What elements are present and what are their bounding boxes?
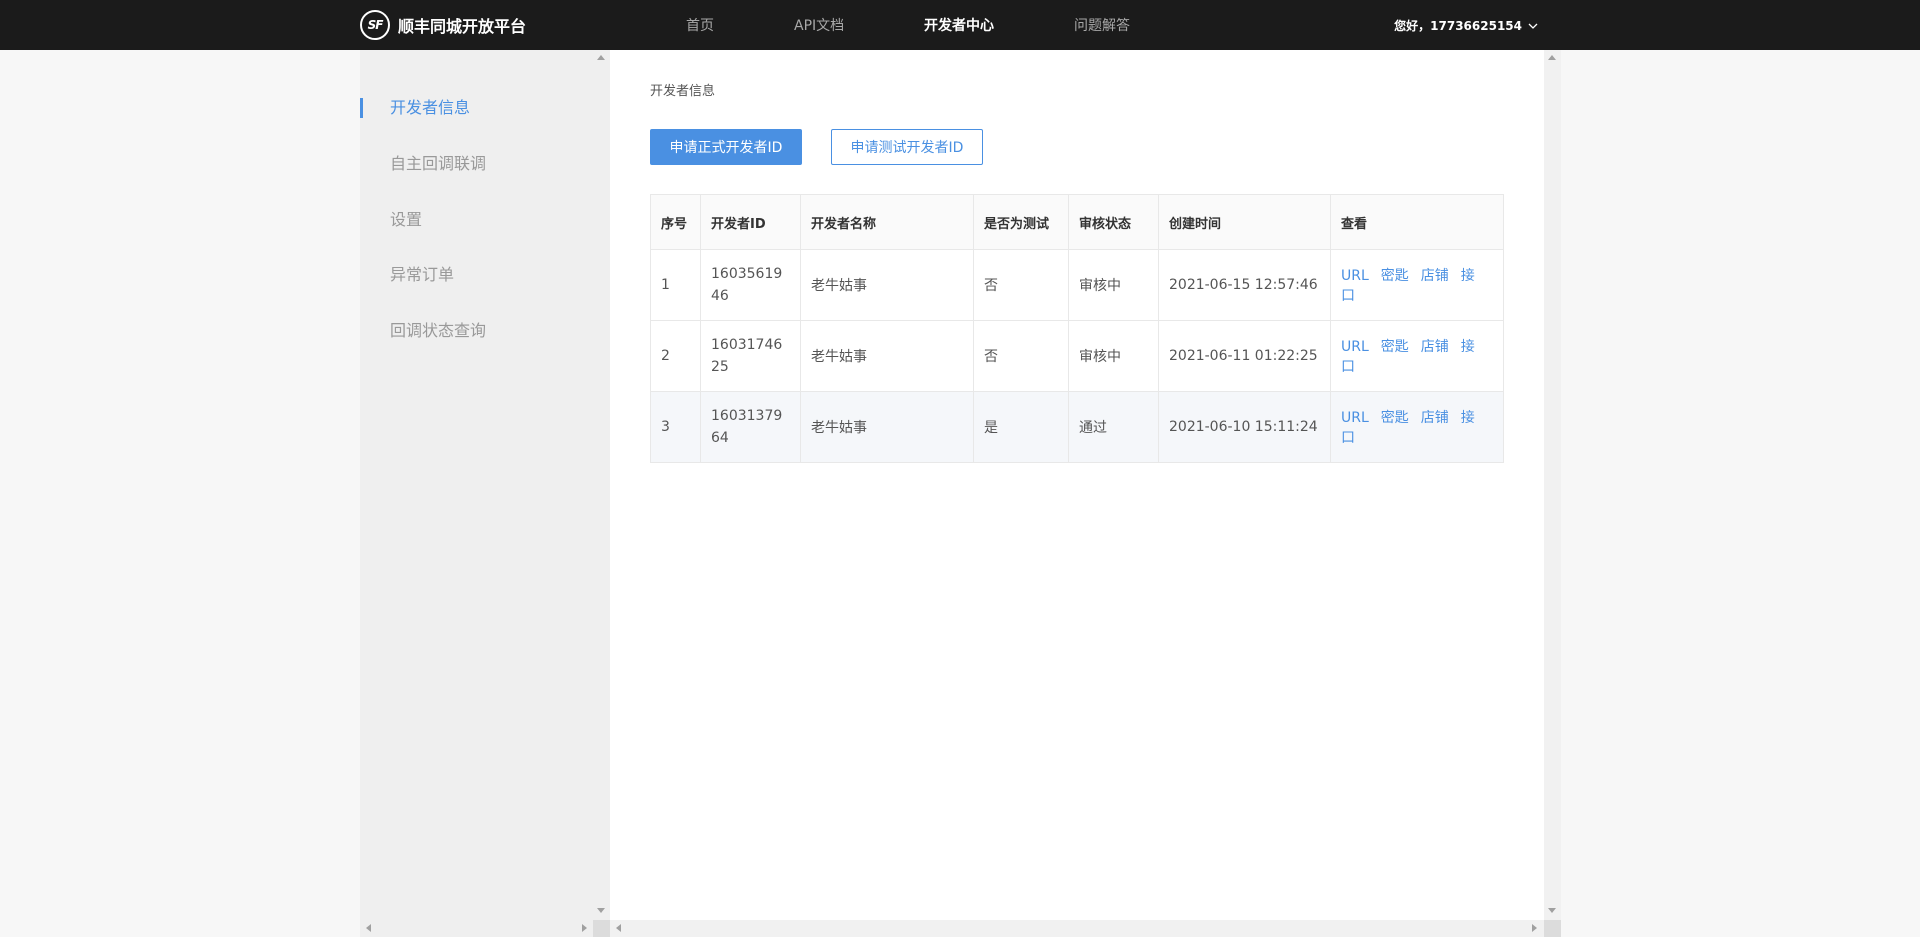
cell-is-test: 否: [973, 320, 1069, 392]
nav-developer-center[interactable]: 开发者中心: [924, 15, 994, 35]
active-indicator: [360, 98, 363, 118]
header-created-time: 创建时间: [1158, 194, 1331, 250]
cell-view-links: URL 密匙 店铺 接口: [1330, 320, 1504, 392]
cell-developer-name: 老牛姑事: [800, 320, 974, 392]
shop-link[interactable]: 店铺: [1421, 268, 1449, 284]
sidebar-item-callback-debug[interactable]: 自主回调联调: [360, 152, 593, 176]
key-link[interactable]: 密匙: [1381, 339, 1409, 355]
nav-faq[interactable]: 问题解答: [1074, 15, 1130, 35]
cell-developer-name: 老牛姑事: [800, 391, 974, 463]
user-greeting: 您好，17736625154: [1394, 19, 1522, 33]
developer-table: 序号 开发者ID 开发者名称 是否为测试 审核状态 创建时间 查看 1 1603…: [650, 194, 1504, 463]
cell-is-test: 是: [973, 391, 1069, 463]
apply-formal-id-button[interactable]: 申请正式开发者ID: [650, 129, 802, 165]
sidebar-item-developer-info[interactable]: 开发者信息: [360, 96, 593, 120]
breadcrumb: 开发者信息: [650, 84, 716, 99]
cell-created-time: 2021-06-11 01:22:25: [1158, 320, 1331, 392]
main-horizontal-scrollbar[interactable]: [610, 920, 1544, 937]
apply-test-id-button[interactable]: 申请测试开发者ID: [831, 129, 983, 165]
sidebar-item-label: 设置: [390, 210, 423, 229]
scroll-down-icon[interactable]: [597, 908, 605, 913]
key-link[interactable]: 密匙: [1381, 268, 1409, 284]
brand-name: 顺丰同城开放平台: [398, 17, 527, 36]
url-link[interactable]: URL: [1341, 339, 1369, 355]
sidebar-item-label: 回调状态查询: [390, 321, 487, 340]
nav-home[interactable]: 首页: [686, 15, 714, 35]
shop-link[interactable]: 店铺: [1421, 410, 1449, 426]
sidebar: 开发者信息 自主回调联调 设置 异常订单 回调状态查询: [360, 50, 593, 920]
main-content: 开发者信息 申请正式开发者ID 申请测试开发者ID 序号 开发者ID 开发者名称…: [610, 50, 1544, 920]
header-is-test: 是否为测试: [973, 194, 1069, 250]
sidebar-item-settings[interactable]: 设置: [360, 208, 593, 232]
cell-developer-id: 1603174625: [700, 320, 801, 392]
header-developer-name: 开发者名称: [800, 194, 974, 250]
cell-view-links: URL 密匙 店铺 接口: [1330, 391, 1504, 463]
header-review-status: 审核状态: [1068, 194, 1159, 250]
shop-link[interactable]: 店铺: [1421, 339, 1449, 355]
header-developer-id: 开发者ID: [700, 194, 801, 250]
top-navbar: SF 顺丰同城开放平台 首页 API文档 开发者中心 问题解答 您好，17736…: [0, 0, 1920, 50]
sidebar-horizontal-scrollbar[interactable]: [360, 920, 610, 937]
cell-developer-id: 1603137964: [700, 391, 801, 463]
cell-no: 1: [650, 249, 701, 321]
cell-no: 3: [650, 391, 701, 463]
cell-review-status: 通过: [1068, 391, 1159, 463]
sidebar-item-label: 开发者信息: [390, 98, 471, 117]
brand-logo[interactable]: SF 顺丰同城开放平台: [360, 10, 526, 40]
cell-is-test: 否: [973, 249, 1069, 321]
url-link[interactable]: URL: [1341, 268, 1369, 284]
scrollbar-corner: [593, 920, 610, 937]
cell-no: 2: [650, 320, 701, 392]
scroll-left-icon[interactable]: [616, 924, 621, 932]
cell-developer-id: 1603561946: [700, 249, 801, 321]
chevron-down-icon: [1528, 23, 1538, 29]
user-menu[interactable]: 您好，17736625154: [1394, 17, 1538, 34]
cell-created-time: 2021-06-15 12:57:46: [1158, 249, 1331, 321]
cell-review-status: 审核中: [1068, 320, 1159, 392]
table-row: 2 1603174625 老牛姑事 否 审核中 2021-06-11 01:22…: [650, 320, 1504, 392]
cell-created-time: 2021-06-10 15:11:24: [1158, 391, 1331, 463]
table-header-row: 序号 开发者ID 开发者名称 是否为测试 审核状态 创建时间 查看: [650, 194, 1504, 250]
table-row: 1 1603561946 老牛姑事 否 审核中 2021-06-15 12:57…: [650, 249, 1504, 321]
nav-api-docs[interactable]: API文档: [794, 15, 844, 35]
header-view: 查看: [1330, 194, 1504, 250]
sidebar-item-callback-status[interactable]: 回调状态查询: [360, 319, 593, 343]
cell-view-links: URL 密匙 店铺 接口: [1330, 249, 1504, 321]
scroll-down-icon[interactable]: [1548, 908, 1556, 913]
sf-logo-icon: SF: [360, 10, 390, 40]
cell-review-status: 审核中: [1068, 249, 1159, 321]
header-no: 序号: [650, 194, 701, 250]
sidebar-item-label: 自主回调联调: [390, 154, 487, 173]
table-row: 3 1603137964 老牛姑事 是 通过 2021-06-10 15:11:…: [650, 391, 1504, 463]
scrollbar-corner: [1544, 920, 1561, 937]
sidebar-vertical-scrollbar[interactable]: [593, 50, 610, 920]
sidebar-item-label: 异常订单: [390, 265, 455, 284]
scroll-up-icon[interactable]: [597, 55, 605, 60]
scroll-up-icon[interactable]: [1548, 55, 1556, 60]
key-link[interactable]: 密匙: [1381, 410, 1409, 426]
scroll-left-icon[interactable]: [366, 924, 371, 932]
scroll-right-icon[interactable]: [1532, 924, 1537, 932]
cell-developer-name: 老牛姑事: [800, 249, 974, 321]
main-vertical-scrollbar[interactable]: [1544, 50, 1561, 920]
sidebar-item-abnormal-orders[interactable]: 异常订单: [360, 263, 593, 287]
scroll-right-icon[interactable]: [582, 924, 587, 932]
url-link[interactable]: URL: [1341, 410, 1369, 426]
